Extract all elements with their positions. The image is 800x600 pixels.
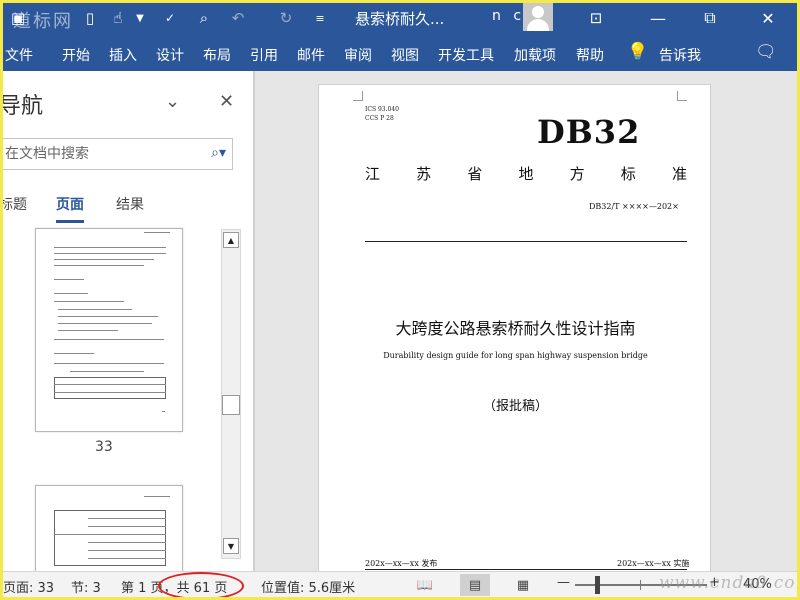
tab-references[interactable]: 引用 xyxy=(250,45,278,65)
nav-pane-title: 导航 xyxy=(3,94,44,119)
heading-char: 苏 xyxy=(416,165,432,183)
status-page[interactable]: 页面: 33 xyxy=(3,577,54,596)
status-position[interactable]: 位置值: 5.6厘米 xyxy=(261,577,355,596)
spelling-check-icon[interactable]: ✓ xyxy=(159,7,181,29)
scroll-down-icon[interactable]: ▼ xyxy=(223,538,239,554)
status-page-count[interactable]: 第 1 页，共 61 页 xyxy=(121,577,227,596)
document-title: 悬索桥耐久... xyxy=(355,10,445,28)
tab-file[interactable]: 文件 xyxy=(5,45,33,65)
word-window: 道标网 ▣ ▯ ☝ ▼ ✓ ⌕ ↶ ↻ ≡ 悬索桥耐久... n c ⊡ — ⧉… xyxy=(3,3,797,597)
tab-design[interactable]: 设计 xyxy=(156,45,184,65)
tab-home[interactable]: 开始 xyxy=(62,45,90,65)
tab-mailings[interactable]: 邮件 xyxy=(297,45,325,65)
restore-button[interactable]: ⧉ xyxy=(687,3,733,33)
page-thumbnail-34[interactable] xyxy=(35,485,183,575)
heading-char: 江 xyxy=(365,165,381,183)
minimize-button[interactable]: — xyxy=(635,3,681,33)
document-title-cn: 大跨度公路悬索桥耐久性设计指南 xyxy=(395,319,636,338)
header-rule xyxy=(365,241,687,242)
zoom-out-button[interactable]: — xyxy=(557,575,570,590)
tab-add-ins[interactable]: 加载项 xyxy=(514,45,556,65)
heading-char: 准 xyxy=(671,165,687,183)
heading-char: 省 xyxy=(467,165,483,183)
avatar-head xyxy=(532,6,544,18)
scrollbar-thumb[interactable] xyxy=(222,395,240,415)
ribbon-display-options-icon[interactable]: ⊡ xyxy=(585,7,607,29)
nav-tab-headings[interactable]: 标题 xyxy=(3,194,27,214)
web-layout-icon[interactable]: ▦ xyxy=(508,574,538,596)
tab-help[interactable]: 帮助 xyxy=(576,45,604,65)
search-icon[interactable]: ⌕▾ xyxy=(211,145,226,161)
touch-mode-icon[interactable]: ☝ xyxy=(107,7,129,29)
status-section[interactable]: 节: 3 xyxy=(71,577,101,596)
tab-view[interactable]: 视图 xyxy=(391,45,419,65)
page-thumbnail-33[interactable] xyxy=(35,228,183,432)
nav-tab-results[interactable]: 结果 xyxy=(116,194,144,214)
close-icon[interactable]: ✕ xyxy=(219,91,234,112)
customize-toolbar-icon[interactable]: ≡ xyxy=(309,7,331,29)
title-bar: 道标网 ▣ ▯ ☝ ▼ ✓ ⌕ ↶ ↻ ≡ 悬索桥耐久... n c ⊡ — ⧉… xyxy=(3,3,797,35)
lightbulb-icon[interactable]: 💡 xyxy=(627,42,648,62)
touch-dropdown-icon[interactable]: ▼ xyxy=(129,7,151,29)
scroll-up-icon[interactable]: ▲ xyxy=(223,232,239,248)
nav-tab-pages[interactable]: 页面 xyxy=(56,194,84,223)
publish-date: 202x—xx—xx 发布 xyxy=(365,559,438,568)
ribbon-tabs: 文件 开始 插入 设计 布局 引用 邮件 审阅 视图 开发工具 加载项 帮助 💡… xyxy=(3,35,797,71)
draft-status: （报批稿） xyxy=(482,399,548,414)
ics-code: ICS 93.040 CCS P 28 xyxy=(365,106,399,122)
crop-mark xyxy=(353,91,363,101)
close-button[interactable]: ✕ xyxy=(745,3,791,33)
footer-rule xyxy=(365,569,687,570)
thumbnail-page-number: 33 xyxy=(95,439,113,455)
read-mode-icon[interactable]: 📖 xyxy=(410,574,440,596)
print-layout-icon[interactable]: ▤ xyxy=(460,574,490,596)
heading-char: 方 xyxy=(569,165,585,183)
avatar-body xyxy=(527,19,549,31)
save-icon[interactable]: ▣ xyxy=(7,7,29,29)
new-document-icon[interactable]: ▯ xyxy=(79,7,101,29)
heading-char: 标 xyxy=(620,165,636,183)
nav-search-box[interactable]: ⌕▾ xyxy=(3,138,233,170)
thumbnail-scrollbar[interactable]: ▲ ▼ xyxy=(221,229,241,559)
site-watermark: www.cnda0.com xyxy=(659,573,797,593)
implement-date: 202x—xx—xx 实施 xyxy=(617,559,690,568)
tab-developer[interactable]: 开发工具 xyxy=(438,45,494,65)
standard-number: DB32/T ××××—202× xyxy=(589,202,679,211)
crop-mark xyxy=(677,91,687,101)
standard-code-logo: DB32 xyxy=(537,113,641,151)
zoom-slider-tick xyxy=(640,580,641,590)
user-name[interactable]: n c xyxy=(492,8,525,24)
chevron-down-icon[interactable]: ⌄ xyxy=(165,91,180,112)
comments-icon[interactable]: 🗨 xyxy=(755,42,777,62)
print-preview-icon[interactable]: ⌕ xyxy=(193,7,215,29)
document-area[interactable]: ICS 93.040 CCS P 28 DB32 江 苏 省 地 方 标 准 D… xyxy=(255,71,797,571)
document-title-en: Durability design guide for long span hi… xyxy=(383,351,648,360)
navigation-pane: 导航 ⌄ ✕ ⌕▾ 标题 页面 结果 xyxy=(3,71,253,575)
search-input[interactable] xyxy=(3,139,193,169)
document-page[interactable]: ICS 93.040 CCS P 28 DB32 江 苏 省 地 方 标 准 D… xyxy=(318,84,711,571)
tab-layout[interactable]: 布局 xyxy=(203,45,231,65)
user-avatar[interactable] xyxy=(523,3,553,31)
zoom-slider-handle[interactable] xyxy=(595,576,600,594)
heading-char: 地 xyxy=(518,165,534,183)
standard-heading: 江 苏 省 地 方 标 准 xyxy=(365,163,687,184)
tell-me-box[interactable]: 告诉我 xyxy=(659,45,701,65)
tab-insert[interactable]: 插入 xyxy=(109,45,137,65)
redo-icon[interactable]: ↻ xyxy=(275,7,297,29)
undo-icon[interactable]: ↶ xyxy=(227,7,249,29)
tab-review[interactable]: 审阅 xyxy=(344,45,372,65)
